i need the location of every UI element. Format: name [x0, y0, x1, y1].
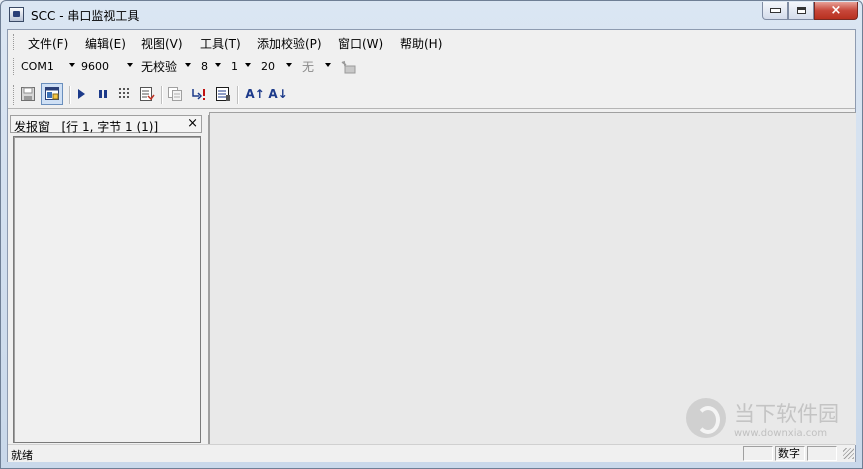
- num-lock-indicator: 数字: [775, 446, 805, 461]
- clear-button[interactable]: [215, 86, 231, 102]
- maximize-button[interactable]: [788, 2, 814, 20]
- menu-edit[interactable]: 编辑(E): [85, 35, 126, 52]
- chevron-down-icon: [127, 63, 133, 67]
- window-controls: ×: [762, 2, 858, 20]
- grid-icon: [119, 88, 129, 98]
- chevron-down-icon: [245, 63, 251, 67]
- chevron-down-icon: [69, 63, 75, 67]
- data-bits-value: 8: [201, 60, 208, 73]
- app-window: SCC - 串口监视工具 × 文件(F) 编辑(E) 视图(V) 工具(T) 添…: [0, 0, 863, 469]
- stop-bits-value: 1: [231, 60, 238, 73]
- port-config-icon: [341, 60, 356, 74]
- send-now-icon: [192, 89, 205, 100]
- chevron-down-icon: [286, 63, 292, 67]
- clear-icon: [216, 87, 230, 101]
- baud-select[interactable]: 9600: [81, 58, 133, 75]
- copy-button[interactable]: [167, 86, 183, 102]
- close-button[interactable]: ×: [814, 2, 858, 20]
- data-bits-select[interactable]: 8: [201, 58, 221, 75]
- toolbar-separator: [237, 86, 239, 104]
- font-increase-button[interactable]: A↑: [245, 86, 265, 102]
- toolbar-grip[interactable]: [13, 58, 16, 75]
- send-window-icon: [45, 87, 59, 100]
- log-icon: [140, 87, 155, 101]
- save-icon: [21, 87, 35, 101]
- menu-add-checksum[interactable]: 添加校验(P): [257, 35, 322, 52]
- close-icon[interactable]: ×: [187, 116, 198, 131]
- parity-select[interactable]: 无校验: [141, 58, 191, 75]
- flow-control-select[interactable]: 无: [302, 58, 331, 75]
- timeout-select[interactable]: 20: [261, 58, 292, 75]
- cursor-position: [行 1, 字节 1 (1)]: [61, 120, 159, 134]
- font-increase-icon: A↑: [245, 87, 265, 101]
- send-panel-header[interactable]: 发报窗 [行 1, 字节 1 (1)] ×: [10, 115, 202, 135]
- stop-bits-select[interactable]: 1: [231, 58, 251, 75]
- maximize-icon: [796, 7, 806, 14]
- menu-file[interactable]: 文件(F): [28, 35, 68, 52]
- font-decrease-button[interactable]: A↓: [268, 86, 288, 102]
- send-panel: 发报窗 [行 1, 字节 1 (1)] ×: [10, 115, 204, 444]
- port-value: COM1: [21, 60, 54, 73]
- start-button[interactable]: [73, 86, 89, 102]
- menu-view[interactable]: 视图(V): [141, 35, 183, 52]
- flow-control-value: 无: [302, 60, 315, 74]
- play-icon: [78, 89, 85, 99]
- toolbar-separator: [161, 86, 163, 104]
- status-cell-empty: [743, 446, 773, 461]
- baud-value: 9600: [81, 60, 109, 73]
- pause-button[interactable]: [95, 86, 111, 102]
- watermark: 当下软件园 www.downxia.com: [686, 398, 851, 444]
- port-config-button[interactable]: [340, 59, 356, 75]
- send-now-button[interactable]: [191, 86, 207, 102]
- watermark-text: 当下软件园: [734, 402, 839, 426]
- client-area: 文件(F) 编辑(E) 视图(V) 工具(T) 添加校验(P) 窗口(W) 帮助…: [7, 29, 856, 462]
- save-button[interactable]: [20, 86, 36, 102]
- status-message: 就绪: [11, 449, 33, 462]
- resize-grip-icon[interactable]: [843, 448, 854, 459]
- serial-settings-toolbar: COM1 9600 无校验 8 1 20 无: [8, 54, 855, 78]
- close-icon: ×: [830, 3, 842, 18]
- watermark-url: www.downxia.com: [734, 428, 828, 439]
- parity-value: 无校验: [141, 60, 178, 74]
- title-bar[interactable]: SCC - 串口监视工具 ×: [1, 1, 862, 29]
- menu-help[interactable]: 帮助(H): [400, 35, 442, 52]
- minimize-icon: [769, 8, 781, 13]
- menu-window[interactable]: 窗口(W): [338, 35, 383, 52]
- pause-icon: [99, 90, 107, 98]
- mdi-workspace[interactable]: 当下软件园 www.downxia.com: [209, 112, 856, 445]
- send-panel-name: 发报窗: [14, 120, 51, 134]
- minimize-button[interactable]: [762, 2, 788, 20]
- chevron-down-icon: [325, 63, 331, 67]
- timeout-value: 20: [261, 60, 275, 73]
- window-title: SCC - 串口监视工具: [31, 9, 140, 23]
- port-select[interactable]: COM1: [21, 58, 75, 75]
- watermark-logo-icon: [686, 398, 726, 438]
- toolbar-grip[interactable]: [13, 85, 16, 105]
- send-window-toggle[interactable]: [41, 83, 63, 105]
- app-icon[interactable]: [9, 7, 24, 22]
- hex-view-button[interactable]: [117, 86, 133, 102]
- chevron-down-icon: [185, 63, 191, 67]
- menu-grip[interactable]: [13, 34, 16, 50]
- status-cell-empty: [807, 446, 837, 461]
- copy-icon: [168, 87, 182, 101]
- action-toolbar: A↑ A↓: [8, 78, 855, 109]
- send-panel-title: 发报窗 [行 1, 字节 1 (1)]: [14, 118, 158, 135]
- chevron-down-icon: [215, 63, 221, 67]
- log-button[interactable]: [139, 86, 155, 102]
- send-text-area[interactable]: [13, 136, 201, 443]
- menu-tools[interactable]: 工具(T): [200, 35, 241, 52]
- toolbar-separator: [69, 86, 71, 104]
- menu-bar: 文件(F) 编辑(E) 视图(V) 工具(T) 添加校验(P) 窗口(W) 帮助…: [8, 30, 855, 54]
- status-bar: 就绪 数字: [8, 444, 855, 462]
- font-decrease-icon: A↓: [268, 87, 288, 101]
